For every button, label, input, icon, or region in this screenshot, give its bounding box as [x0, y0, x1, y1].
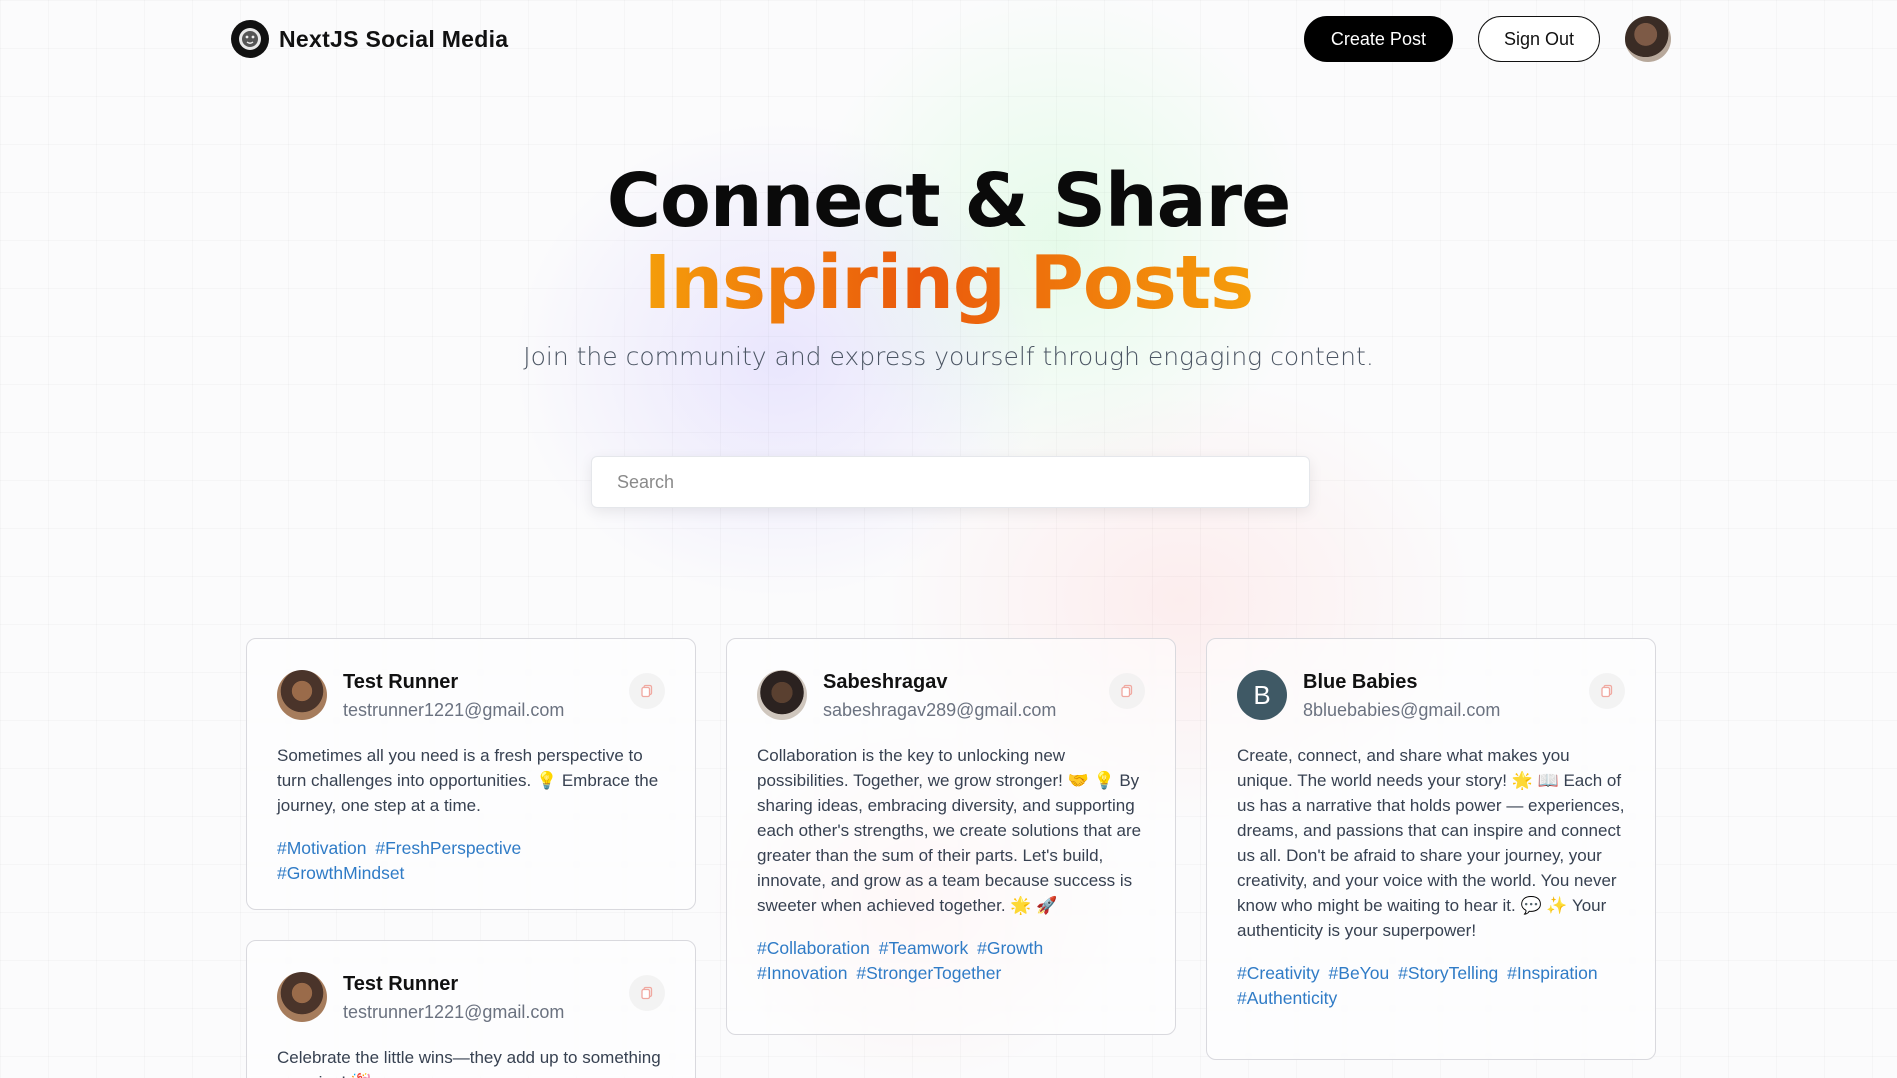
brand-title: NextJS Social Media: [279, 25, 509, 52]
create-post-button[interactable]: Create Post: [1303, 16, 1453, 62]
search-form: [591, 456, 1310, 508]
tag-link[interactable]: #Inspiration: [1507, 963, 1597, 983]
tag-link[interactable]: #Authenticity: [1237, 988, 1337, 1008]
hero-title: Connect & Share Inspiring Posts: [0, 160, 1897, 324]
hero: Connect & Share Inspiring Posts Join the…: [0, 160, 1897, 371]
tag-link[interactable]: #Creativity: [1237, 963, 1320, 983]
tag-link[interactable]: #Growth: [977, 938, 1043, 958]
hero-title-line1: Connect & Share: [606, 158, 1292, 244]
author-avatar[interactable]: [757, 670, 807, 720]
hero-subtitle: Join the community and express yourself …: [523, 342, 1374, 371]
author-avatar[interactable]: [277, 670, 327, 720]
author-email: testrunner1221@gmail.com: [343, 700, 565, 720]
tag-link[interactable]: #FreshPerspective: [375, 838, 521, 858]
sign-out-button[interactable]: Sign Out: [1477, 16, 1600, 62]
hero-title-line2: Inspiring Posts: [643, 240, 1254, 326]
author-info: Test Runner testrunner1221@gmail.com: [343, 669, 564, 721]
author-name: Sabeshragav: [823, 671, 948, 693]
post-text: Sometimes all you need is a fresh perspe…: [277, 746, 659, 815]
tag-link[interactable]: #StrongerTogether: [856, 963, 1001, 983]
author-avatar[interactable]: B: [1237, 670, 1287, 720]
top-nav: NextJS Social Media Create Post Sign Out: [231, 14, 1671, 64]
copy-icon[interactable]: [1109, 673, 1145, 709]
user-avatar[interactable]: [1625, 16, 1671, 62]
post-card: Sabeshragav sabeshragav289@gmail.com Col…: [726, 638, 1176, 1035]
post-card: Test Runner testrunner1221@gmail.com Cel…: [246, 940, 696, 1078]
post-tags: #Motivation #FreshPerspective #GrowthMin…: [277, 836, 665, 886]
post-header: Sabeshragav sabeshragav289@gmail.com: [757, 669, 1145, 721]
author-email: testrunner1221@gmail.com: [343, 1002, 565, 1022]
search-input[interactable]: [591, 456, 1310, 508]
post-tags: #Collaboration #Teamwork #Growth #Innova…: [757, 936, 1145, 986]
post-tags: #Creativity #BeYou #StoryTelling #Inspir…: [1237, 961, 1625, 1011]
post-text: Collaboration is the key to unlocking ne…: [757, 746, 1142, 915]
post-text: Create, connect, and share what makes yo…: [1237, 746, 1625, 940]
author-email: sabeshragav289@gmail.com: [823, 700, 1057, 720]
tag-link[interactable]: #Collaboration: [757, 938, 870, 958]
page: NextJS Social Media Create Post Sign Out…: [0, 0, 1897, 1078]
post-text: Celebrate the little wins—they add up to…: [277, 1048, 661, 1078]
author-info: Blue Babies 8bluebabies@gmail.com: [1303, 669, 1500, 721]
post-card: Test Runner testrunner1221@gmail.com Som…: [246, 638, 696, 910]
author-info: Test Runner testrunner1221@gmail.com: [343, 971, 564, 1023]
lion-logo-icon: [231, 20, 269, 58]
tag-link[interactable]: #Innovation: [757, 963, 848, 983]
tag-link[interactable]: #Teamwork: [879, 938, 968, 958]
post-header: B Blue Babies 8bluebabies@gmail.com: [1237, 669, 1625, 721]
post-header: Test Runner testrunner1221@gmail.com: [277, 971, 665, 1023]
tag-link[interactable]: #StoryTelling: [1398, 963, 1498, 983]
post-card: B Blue Babies 8bluebabies@gmail.com Crea…: [1206, 638, 1656, 1060]
author-name: Test Runner: [343, 973, 459, 995]
post-header: Test Runner testrunner1221@gmail.com: [277, 669, 665, 721]
copy-icon[interactable]: [629, 673, 665, 709]
author-avatar[interactable]: [277, 972, 327, 1022]
copy-icon[interactable]: [1589, 673, 1625, 709]
copy-icon[interactable]: [629, 975, 665, 1011]
author-info: Sabeshragav sabeshragav289@gmail.com: [823, 669, 1056, 721]
tag-link[interactable]: #Motivation: [277, 838, 367, 858]
brand-link[interactable]: NextJS Social Media: [231, 20, 508, 58]
nav-actions: Create Post Sign Out: [1303, 16, 1671, 62]
author-name: Blue Babies: [1303, 671, 1418, 693]
author-email: 8bluebabies@gmail.com: [1303, 700, 1501, 720]
tag-link[interactable]: #BeYou: [1329, 963, 1390, 983]
tag-link[interactable]: #GrowthMindset: [277, 863, 404, 883]
author-name: Test Runner: [343, 671, 459, 693]
